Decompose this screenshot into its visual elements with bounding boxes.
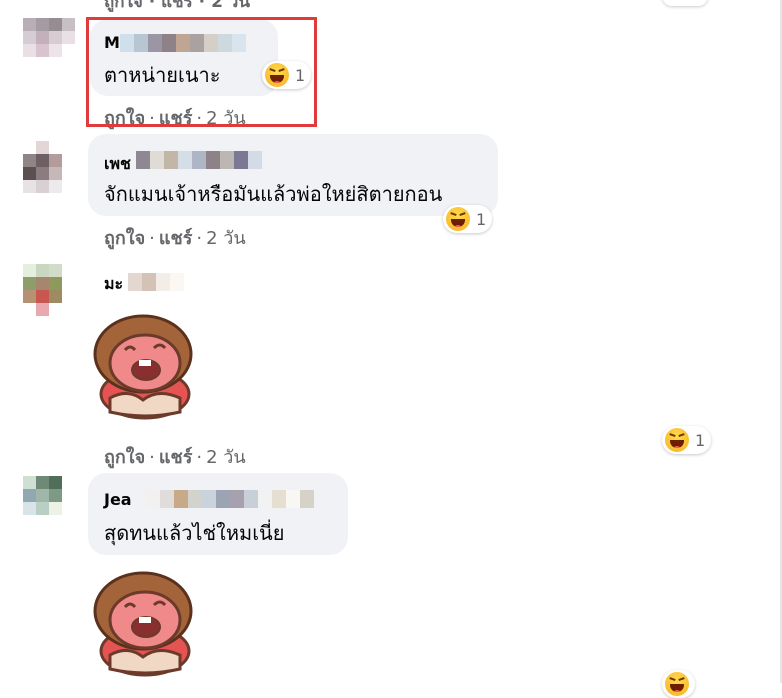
reaction-badge-partial[interactable] bbox=[662, 0, 708, 6]
reaction-badge[interactable]: 1 bbox=[662, 426, 712, 454]
highlight-box bbox=[86, 17, 317, 127]
avatar[interactable] bbox=[23, 264, 75, 316]
reaction-count: 1 bbox=[476, 209, 487, 229]
comment-text: จักแมนเจ้าหรือมันแล้วพ่อใหย่สิตายกอน bbox=[104, 182, 443, 206]
timestamp[interactable]: 2 วัน bbox=[206, 228, 246, 249]
commenter-name[interactable]: เพช bbox=[104, 152, 131, 177]
share-link[interactable]: แชร์ bbox=[159, 447, 193, 468]
haha-icon bbox=[665, 428, 689, 452]
avatar[interactable] bbox=[23, 18, 75, 70]
like-link[interactable]: ถูกใจ bbox=[104, 447, 145, 468]
haha-icon bbox=[446, 207, 470, 231]
laughing-girl-sticker[interactable] bbox=[88, 308, 198, 423]
comment-actions: ถูกใจ · แชร์ · 2 วัน bbox=[104, 228, 246, 249]
reaction-badge[interactable]: 1 bbox=[443, 205, 493, 233]
like-link[interactable]: ถูกใจ bbox=[104, 228, 145, 249]
timestamp[interactable]: 2 วัน bbox=[206, 447, 246, 468]
comment-actions: ถูกใจ · แชร์ · 2 วัน bbox=[104, 447, 246, 468]
name-blur bbox=[146, 490, 314, 508]
avatar[interactable] bbox=[23, 141, 75, 193]
haha-icon bbox=[665, 672, 689, 696]
name-blur bbox=[128, 273, 184, 291]
avatar[interactable] bbox=[23, 476, 75, 528]
name-blur bbox=[136, 151, 262, 169]
laughing-girl-sticker[interactable] bbox=[88, 565, 198, 680]
commenter-name[interactable]: มะ bbox=[104, 272, 123, 297]
comment-text: สุดทนแล้วไช่ใหมเนี่ย bbox=[104, 521, 285, 545]
reaction-badge-partial[interactable] bbox=[662, 670, 695, 698]
reaction-count: 1 bbox=[695, 430, 706, 450]
share-link[interactable]: แชร์ bbox=[159, 228, 193, 249]
commenter-name[interactable]: Jea bbox=[104, 490, 132, 509]
comment-actions-partial[interactable]: ถูกใจ · แชร์ · 2 วัน bbox=[104, 0, 250, 15]
